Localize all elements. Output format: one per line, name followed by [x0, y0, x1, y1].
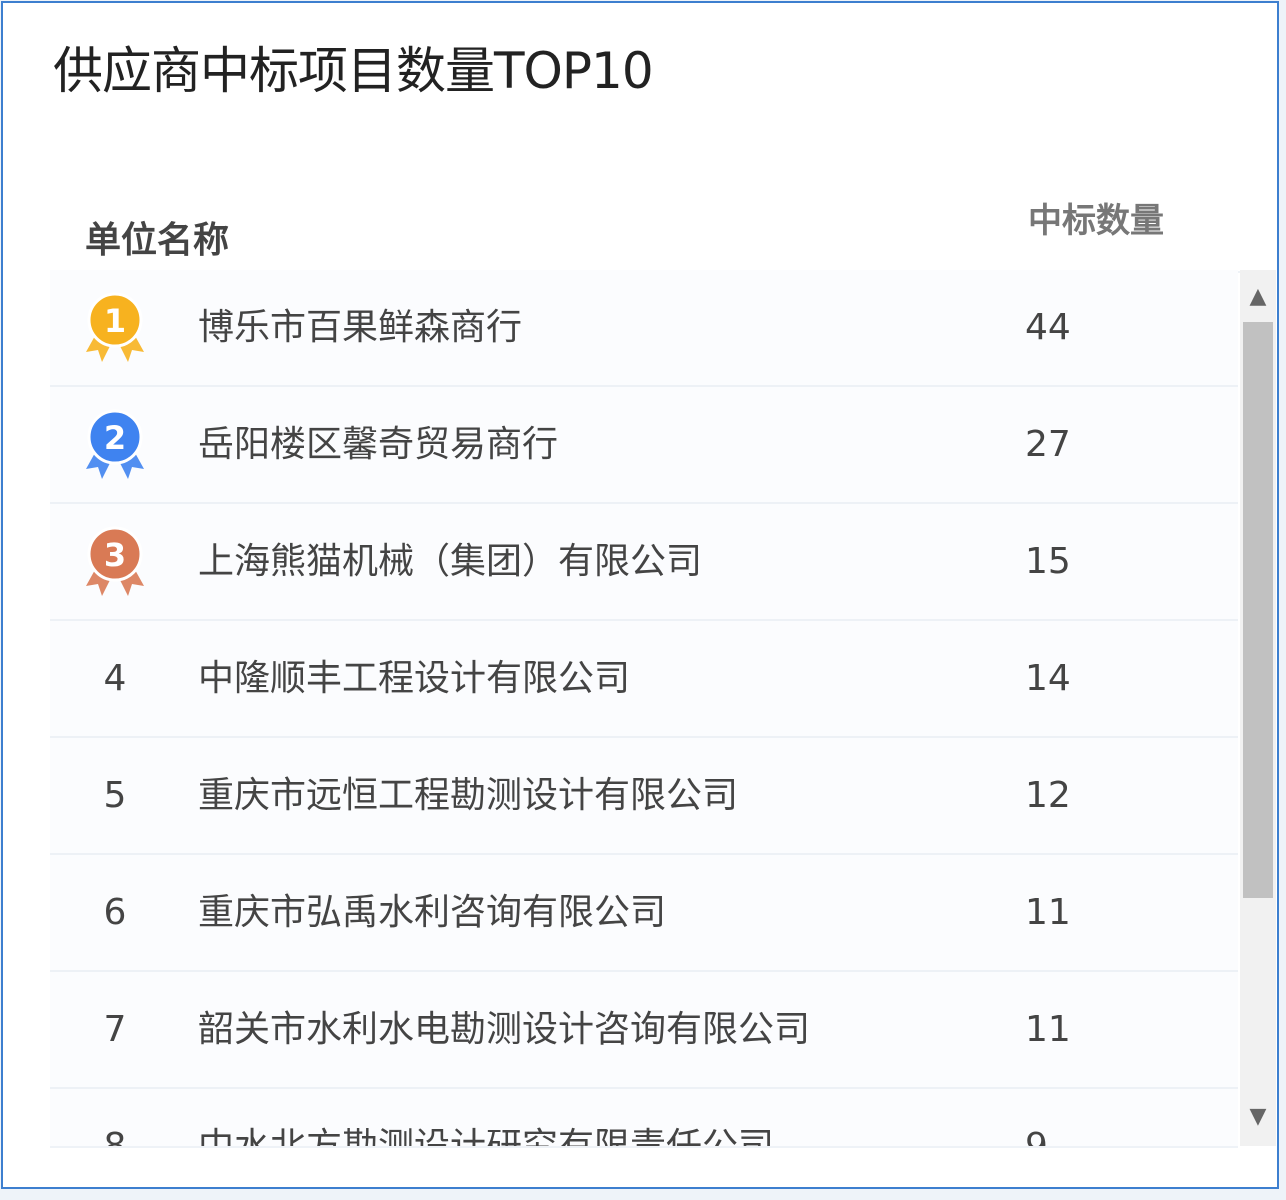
- header-win-count: 中标数量: [1028, 201, 1164, 241]
- medal-rank-3-icon: 3: [80, 504, 150, 619]
- scroll-up-arrow-icon[interactable]: ▲: [1240, 284, 1276, 309]
- unit-name: 岳阳楼区馨奇贸易商行: [198, 424, 559, 465]
- win-count: 11: [1025, 892, 1071, 933]
- table-row[interactable]: 2 岳阳楼区馨奇贸易商行 27: [50, 387, 1238, 504]
- svg-text:1: 1: [104, 302, 126, 340]
- rank-number: 7: [103, 1009, 127, 1050]
- rank-number: 5: [103, 775, 127, 816]
- unit-name: 韶关市水利水电勘测设计咨询有限公司: [198, 1009, 811, 1050]
- table-row[interactable]: 1 博乐市百果鲜森商行 44: [50, 270, 1238, 387]
- scrollbar[interactable]: ▲ ▼: [1240, 270, 1276, 1146]
- win-count: 12: [1025, 775, 1071, 816]
- win-count: 11: [1025, 1009, 1071, 1050]
- table-header: 单位名称 中标数量: [53, 183, 1241, 273]
- table-row[interactable]: 5 重庆市远恒工程勘测设计有限公司 12: [50, 738, 1238, 855]
- unit-name: 中水北方勘测设计研究有限责任公司: [198, 1126, 775, 1148]
- win-count: 14: [1025, 658, 1071, 699]
- medal-rank-2-icon: 2: [80, 387, 150, 502]
- panel-title: 供应商中标项目数量TOP10: [53, 42, 654, 100]
- rank-number: 4: [103, 658, 127, 699]
- win-count: 27: [1025, 424, 1071, 465]
- table-body[interactable]: 1 博乐市百果鲜森商行 44 2 岳阳楼区馨奇贸易商行 27 3 上海熊猫机械（集团）…: [50, 270, 1238, 1148]
- win-count: 44: [1025, 307, 1071, 348]
- unit-name: 重庆市弘禹水利咨询有限公司: [198, 892, 667, 933]
- scroll-down-arrow-icon[interactable]: ▼: [1240, 1104, 1276, 1129]
- win-count: 9: [1025, 1126, 1048, 1148]
- svg-text:3: 3: [104, 536, 126, 574]
- unit-name: 重庆市远恒工程勘测设计有限公司: [198, 775, 739, 816]
- unit-name: 博乐市百果鲜森商行: [198, 307, 523, 348]
- medal-rank-1-icon: 1: [80, 270, 150, 385]
- table-row[interactable]: 3 上海熊猫机械（集团）有限公司 15: [50, 504, 1238, 621]
- rank-number: 6: [103, 892, 127, 933]
- table-row[interactable]: 4 中隆顺丰工程设计有限公司 14: [50, 621, 1238, 738]
- table-row[interactable]: 7 韶关市水利水电勘测设计咨询有限公司 11: [50, 972, 1238, 1089]
- win-count: 15: [1025, 541, 1071, 582]
- rank-number: 8: [103, 1126, 127, 1148]
- svg-text:2: 2: [104, 419, 126, 457]
- table-row[interactable]: 6 重庆市弘禹水利咨询有限公司 11: [50, 855, 1238, 972]
- table-row[interactable]: 8 中水北方勘测设计研究有限责任公司 9: [50, 1089, 1238, 1148]
- unit-name: 中隆顺丰工程设计有限公司: [198, 658, 631, 699]
- scrollbar-thumb[interactable]: [1243, 322, 1273, 898]
- unit-name: 上海熊猫机械（集团）有限公司: [198, 541, 703, 582]
